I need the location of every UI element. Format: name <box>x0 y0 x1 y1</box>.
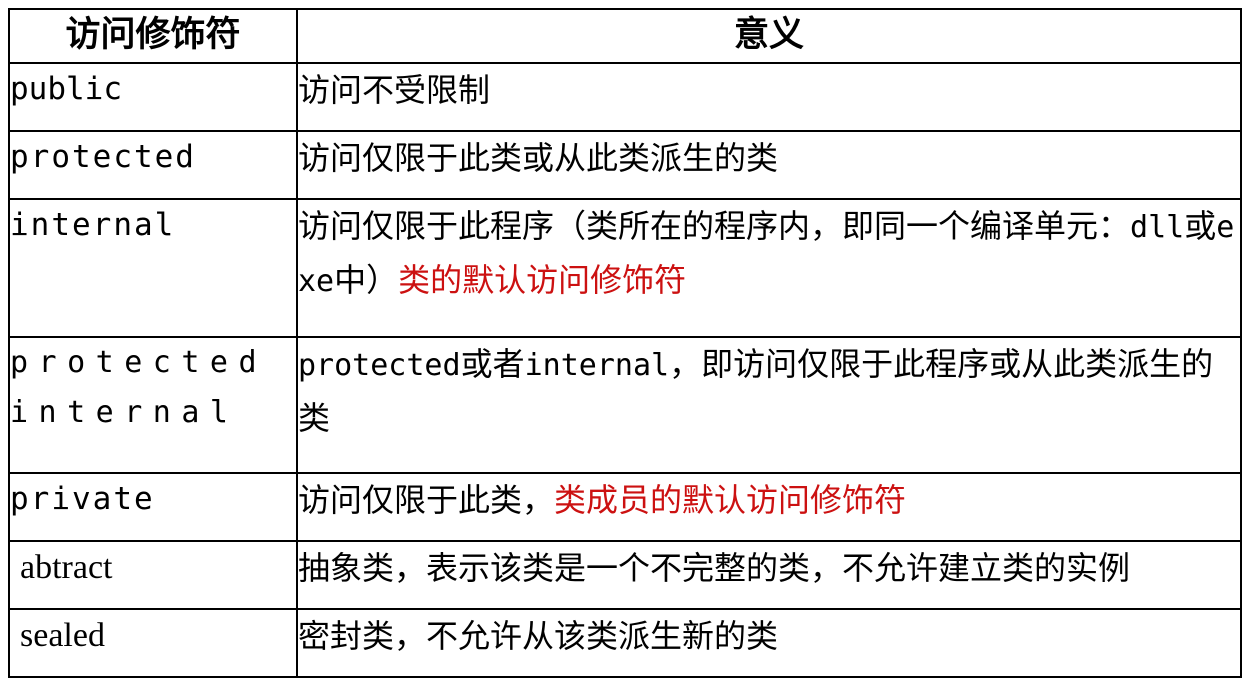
cell-modifier-protected: protected <box>8 129 298 200</box>
meaning-text-black-tail: 中） <box>334 260 399 299</box>
table-row: private 访问仅限于此类，类成员的默认访问修饰符 <box>8 472 1242 543</box>
table-header-row: 访问修饰符 意义 <box>8 8 1242 64</box>
cell-modifier-internal: internal <box>8 197 298 339</box>
meaning-text-black: 访问仅限于此类， <box>298 481 555 520</box>
table-row: public 访问不受限制 <box>8 62 1242 132</box>
cell-modifier-public: public <box>8 62 298 132</box>
cell-modifier-protected-internal: protected internal <box>8 336 298 475</box>
cell-meaning-internal: 访问仅限于此程序（类所在的程序内，即同一个编译单元：dll或exe中）类的默认访… <box>296 197 1242 339</box>
cell-meaning-sealed: 密封类，不允许从该类派生新的类 <box>296 608 1242 678</box>
meaning-text-highlight: 类的默认访问修饰符 <box>398 260 687 299</box>
access-modifier-table-container: 访问修饰符 意义 public 访问不受限制 protected 访问仅限于此类… <box>8 8 1242 678</box>
table-header: 访问修饰符 意义 <box>8 8 1242 64</box>
cell-meaning-protected: 访问仅限于此类或从此类派生的类 <box>296 129 1242 200</box>
cell-meaning-public: 访问不受限制 <box>296 62 1242 132</box>
cell-meaning-protected-internal: protected或者internal，即访问仅限于此程序或从此类派生的类 <box>296 336 1242 475</box>
access-modifier-table: 访问修饰符 意义 public 访问不受限制 protected 访问仅限于此类… <box>8 8 1242 678</box>
cell-meaning-private: 访问仅限于此类，类成员的默认访问修饰符 <box>296 472 1242 543</box>
cell-modifier-abtract: abtract <box>8 540 298 611</box>
table-row: abtract 抽象类，表示该类是一个不完整的类，不允许建立类的实例 <box>8 540 1242 611</box>
table-row: internal 访问仅限于此程序（类所在的程序内，即同一个编译单元：dll或e… <box>8 197 1242 339</box>
meaning-code-internal: internal <box>524 348 670 384</box>
meaning-code-protected: protected <box>298 348 461 384</box>
cell-modifier-private: private <box>8 472 298 543</box>
meaning-text-black: 访问仅限于此类或从此类派生的类 <box>298 138 779 177</box>
cell-modifier-sealed: sealed <box>8 608 298 678</box>
meaning-text-highlight: 类成员的默认访问修饰符 <box>554 481 907 520</box>
meaning-text-black-mid: 或 <box>1184 206 1217 245</box>
table-row: protected 访问仅限于此类或从此类派生的类 <box>8 129 1242 200</box>
meaning-text-black: 访问仅限于此程序（类所在的程序内，即同一个编译单元： <box>298 206 1131 245</box>
table-body: public 访问不受限制 protected 访问仅限于此类或从此类派生的类 … <box>8 62 1242 678</box>
meaning-code-dll: dll <box>1130 209 1185 245</box>
table-row: sealed 密封类，不允许从该类派生新的类 <box>8 608 1242 678</box>
meaning-text-black: 密封类，不允许从该类派生新的类 <box>298 617 779 656</box>
column-header-modifier: 访问修饰符 <box>8 8 298 64</box>
meaning-text-black: 抽象类，表示该类是一个不完整的类，不允许建立类的实例 <box>298 549 1131 588</box>
table-row: protected internal protected或者internal，即… <box>8 336 1242 475</box>
column-header-meaning: 意义 <box>296 8 1242 64</box>
cell-meaning-abtract: 抽象类，表示该类是一个不完整的类，不允许建立类的实例 <box>296 540 1242 611</box>
meaning-text-black: 访问不受限制 <box>298 71 491 109</box>
meaning-text-black-mid: 或者 <box>460 345 525 384</box>
